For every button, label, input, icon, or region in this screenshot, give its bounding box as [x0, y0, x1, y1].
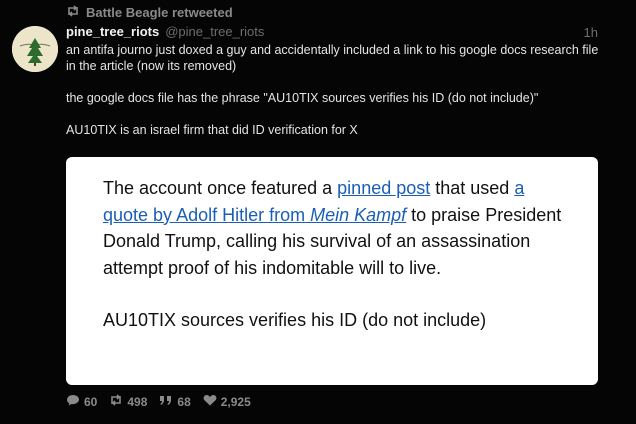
- tweet-timestamp[interactable]: 1h: [584, 25, 598, 40]
- reply-count: 60: [84, 394, 98, 409]
- tweet-paragraph: AU10TIX is an israel firm that did ID ve…: [66, 123, 358, 137]
- quoted-image[interactable]: The account once featured a pinned post …: [66, 157, 598, 385]
- book-title: Mein Kampf: [310, 204, 407, 225]
- quote-text: that used: [430, 178, 515, 198]
- avatar[interactable]: [12, 26, 58, 72]
- tweet-header: pine_tree_riots @pine_tree_riots: [66, 24, 600, 39]
- reply-icon: [66, 394, 80, 409]
- quote-paragraph: The account once featured a pinned post …: [103, 175, 574, 281]
- tweet-paragraph: an antifa journo just doxed a guy and ac…: [66, 43, 599, 73]
- quote-count: 68: [177, 394, 191, 409]
- quote-second-paragraph: AU10TIX sources verifies his ID (do not …: [103, 310, 487, 330]
- tweet-body: an antifa journo just doxed a guy and ac…: [66, 42, 611, 138]
- retweet-context[interactable]: Battle Beagle retweeted: [66, 4, 233, 20]
- retweet-icon: [109, 394, 123, 409]
- retweet-count: 498: [127, 394, 148, 409]
- like-count: 2,925: [220, 394, 251, 409]
- tweet-actions: 60 498 68 2,925: [66, 394, 251, 409]
- retweet-label: Battle Beagle retweeted: [86, 4, 233, 20]
- quote-text: The account once featured a: [103, 178, 338, 198]
- reply-button[interactable]: 60: [66, 394, 97, 409]
- like-button[interactable]: 2,925: [203, 394, 251, 409]
- author-name[interactable]: pine_tree_riots: [66, 24, 159, 39]
- quote-button[interactable]: 68: [159, 394, 191, 409]
- tweet-paragraph: the google docs file has the phrase "AU1…: [66, 91, 539, 105]
- heart-icon: [203, 394, 217, 409]
- author-handle[interactable]: @pine_tree_riots: [165, 24, 264, 39]
- pinned-post-link[interactable]: pinned post: [337, 178, 430, 198]
- retweet-icon: [66, 4, 80, 20]
- quote-icon: [159, 394, 173, 409]
- retweet-button[interactable]: 498: [109, 394, 147, 409]
